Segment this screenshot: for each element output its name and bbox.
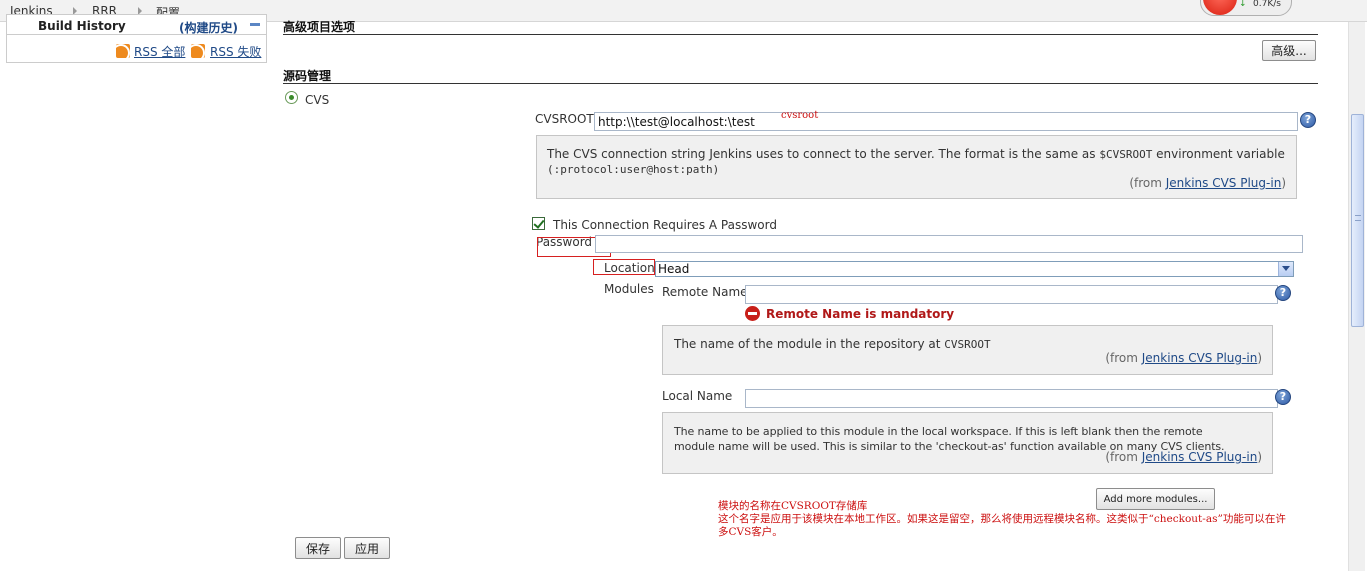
remote-name-label: Remote Name: [662, 285, 748, 299]
password-required-checkbox[interactable]: [532, 217, 545, 230]
remote-name-error: Remote Name is mandatory: [766, 307, 955, 321]
build-history-header: Build History (构建历史): [7, 15, 266, 35]
build-history-panel: Build History (构建历史) RSS 全部 RSS 失败: [6, 14, 267, 63]
remote-name-input[interactable]: [745, 285, 1278, 304]
password-required-label: This Connection Requires A Password: [553, 218, 777, 232]
location-selected-value: Head: [658, 262, 690, 276]
scm-title: 源码管理: [283, 69, 332, 83]
translation-annotation: 模块的名称在CVSROOT存储库 这个名字是应用于该模块在本地工作区。如果这是留…: [718, 500, 1286, 538]
rss-icon[interactable]: [191, 44, 205, 58]
apply-button[interactable]: 应用: [344, 537, 390, 559]
modules-label: Modules: [604, 282, 654, 296]
remote-name-help-text: The name of the module in the repository…: [674, 337, 991, 351]
cvsroot-annotation: cvsroot: [781, 110, 819, 121]
password-input[interactable]: [595, 235, 1303, 253]
scrollbar-thumb[interactable]: [1351, 114, 1364, 327]
collapse-icon[interactable]: [250, 23, 260, 26]
cvsroot-input[interactable]: [594, 112, 1298, 131]
rss-icon[interactable]: [116, 44, 130, 58]
error-icon: [745, 306, 760, 321]
network-ball-icon: [1203, 0, 1237, 15]
network-speed-text: 0.7K/s: [1253, 0, 1281, 9]
cvs-radio-label: CVS: [305, 93, 330, 107]
local-name-label: Local Name: [662, 389, 733, 403]
cvsroot-help-text: The CVS connection string Jenkins uses t…: [547, 147, 1285, 176]
cvsroot-help-box: The CVS connection string Jenkins uses t…: [536, 135, 1297, 199]
local-name-help-box: The name to be applied to this module in…: [662, 412, 1273, 474]
download-arrow-icon: ↓: [1239, 0, 1247, 9]
vertical-scrollbar[interactable]: [1348, 22, 1365, 571]
remote-name-help-icon[interactable]: ?: [1275, 285, 1291, 301]
chevron-down-icon[interactable]: [1278, 262, 1293, 276]
advanced-options-title: 高级项目选项: [283, 20, 356, 34]
cvs-radio[interactable]: [285, 91, 298, 104]
rss-failed-link[interactable]: RSS 失败: [210, 43, 261, 60]
build-history-trend-link[interactable]: (构建历史): [179, 19, 238, 36]
cvsroot-help-source: (from Jenkins CVS Plug-in): [1129, 176, 1286, 190]
advanced-button[interactable]: 高级...: [1262, 40, 1316, 61]
location-select[interactable]: Head: [655, 261, 1294, 277]
cvs-plugin-link[interactable]: Jenkins CVS Plug-in: [1166, 176, 1282, 190]
section-divider: [283, 83, 1318, 84]
remote-name-help-source: (from Jenkins CVS Plug-in): [1105, 351, 1262, 365]
section-divider: [283, 34, 1318, 35]
cvsroot-label: CVSROOT: [535, 112, 594, 126]
cvs-plugin-link[interactable]: Jenkins CVS Plug-in: [1142, 450, 1258, 464]
cvsroot-help-icon[interactable]: ?: [1300, 112, 1316, 128]
rss-all-link[interactable]: RSS 全部: [134, 43, 185, 60]
remote-name-help-box: The name of the module in the repository…: [662, 325, 1273, 375]
location-label: Location: [604, 261, 655, 275]
network-speed-widget: ↓ 0.7K/s: [1200, 0, 1292, 16]
scroll-grip-icon: [1355, 215, 1361, 221]
local-name-help-source: (from Jenkins CVS Plug-in): [1105, 450, 1262, 464]
local-name-help-icon[interactable]: ?: [1275, 389, 1291, 405]
local-name-input[interactable]: [745, 389, 1278, 408]
cvs-plugin-link[interactable]: Jenkins CVS Plug-in: [1142, 351, 1258, 365]
save-button[interactable]: 保存: [295, 537, 341, 559]
build-history-title: Build History: [38, 19, 126, 33]
